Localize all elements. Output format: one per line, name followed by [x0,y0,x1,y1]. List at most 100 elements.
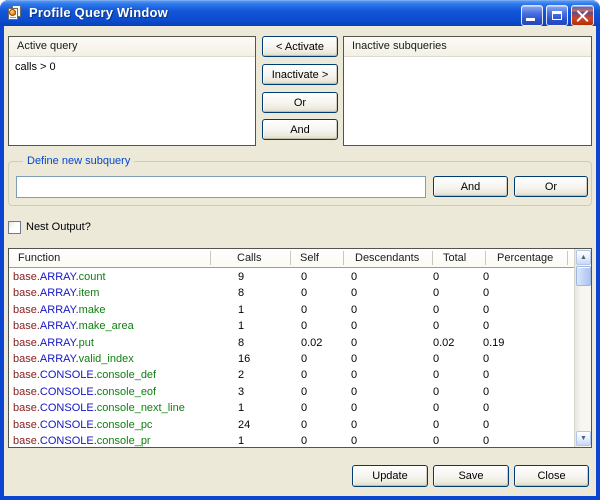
fn-class: CONSOLE. [40,369,97,381]
total-value: 0.02 [433,336,454,350]
calls-value: 1 [238,401,244,415]
function-table: Function Calls Self Descendants Total Pe… [8,248,592,448]
fn-feature: valid_index [79,353,134,365]
descendants-value: 0 [351,286,357,300]
table-body: base.ARRAY.count 9 0 0 0 0 base.ARRAY.it… [9,269,574,448]
percentage-value: 0 [483,368,489,382]
calls-value: 1 [238,303,244,317]
total-value: 0 [433,270,439,284]
close-icon [572,6,593,25]
table-row[interactable]: base.CONSOLE.console_pr 1 0 0 0 0 [9,433,574,448]
total-value: 0 [433,434,439,448]
active-query-item[interactable]: calls > 0 [15,60,249,74]
titlebar[interactable]: Profile Query Window [0,0,600,26]
percentage-value: 0 [483,401,489,415]
function-name: base.ARRAY.valid_index [13,352,134,366]
table-row[interactable]: base.ARRAY.make_area 1 0 0 0 0 [9,318,574,334]
function-name: base.CONSOLE.console_def [13,368,156,382]
and-transfer-button[interactable]: And [262,119,338,140]
self-value: 0 [301,401,307,415]
function-name: base.ARRAY.count [13,270,106,284]
calls-value: 2 [238,368,244,382]
table-row[interactable]: base.CONSOLE.console_eof 3 0 0 0 0 [9,384,574,400]
calls-value: 1 [238,319,244,333]
table-row[interactable]: base.ARRAY.make 1 0 0 0 0 [9,302,574,318]
percentage-value: 0 [483,385,489,399]
percentage-value: 0 [483,286,489,300]
function-name: base.ARRAY.make [13,303,106,317]
descendants-value: 0 [351,401,357,415]
scroll-down-button[interactable]: ▼ [576,431,591,446]
activate-button[interactable]: < Activate [262,36,338,57]
fn-library: base. [13,287,40,299]
maximize-button[interactable] [546,5,568,26]
table-header: Function Calls Self Descendants Total Pe… [9,249,574,268]
col-descendants[interactable]: Descendants [355,252,419,264]
fn-feature: count [79,271,106,283]
fn-library: base. [13,353,40,365]
fn-library: base. [13,337,40,349]
total-value: 0 [433,418,439,432]
subquery-input[interactable] [16,176,426,198]
self-value: 0 [301,352,307,366]
nest-output-checkbox[interactable] [8,221,21,234]
calls-value: 16 [238,352,250,366]
column-divider [343,251,344,265]
fn-feature: console_pc [97,419,153,431]
percentage-value: 0 [483,434,489,448]
fn-library: base. [13,435,40,447]
function-name: base.ARRAY.item [13,286,99,300]
col-total[interactable]: Total [443,252,466,264]
self-value: 0 [301,368,307,382]
fn-feature: console_next_line [97,402,185,414]
inactive-subqueries-list[interactable] [344,57,591,63]
table-row[interactable]: base.ARRAY.put 8 0.02 0 0.02 0.19 [9,335,574,351]
fn-class: ARRAY. [40,320,79,332]
function-name: base.ARRAY.make_area [13,319,134,333]
vertical-scrollbar[interactable]: ▲ ▼ [574,249,591,447]
table-row[interactable]: base.ARRAY.item 8 0 0 0 0 [9,285,574,301]
descendants-value: 0 [351,368,357,382]
percentage-value: 0 [483,270,489,284]
table-row[interactable]: base.ARRAY.count 9 0 0 0 0 [9,269,574,285]
update-button[interactable]: Update [352,465,428,487]
or-transfer-button[interactable]: Or [262,92,338,113]
and-subquery-button[interactable]: And [433,176,508,197]
total-value: 0 [433,401,439,415]
fn-library: base. [13,304,40,316]
col-self[interactable]: Self [300,252,319,264]
col-calls[interactable]: Calls [237,252,261,264]
descendants-value: 0 [351,418,357,432]
window-title: Profile Query Window [29,5,168,20]
percentage-value: 0.19 [483,336,504,350]
descendants-value: 0 [351,352,357,366]
close-button[interactable] [571,5,594,26]
col-function[interactable]: Function [18,252,60,264]
table-row[interactable]: base.CONSOLE.console_next_line 1 0 0 0 0 [9,400,574,416]
or-subquery-button[interactable]: Or [514,176,588,197]
inactive-subqueries-panel: Inactive subqueries [343,36,592,146]
table-row[interactable]: base.ARRAY.valid_index 16 0 0 0 0 [9,351,574,367]
inactivate-button[interactable]: Inactivate > [262,64,338,85]
fn-feature: console_def [97,369,156,381]
nest-output-label: Nest Output? [26,221,91,233]
column-divider [485,251,486,265]
active-query-panel: Active query calls > 0 [8,36,256,146]
fn-class: CONSOLE. [40,402,97,414]
column-divider [210,251,211,265]
table-row[interactable]: base.CONSOLE.console_def 2 0 0 0 0 [9,367,574,383]
chevron-up-icon: ▲ [580,254,587,261]
percentage-value: 0 [483,319,489,333]
table-row[interactable]: base.CONSOLE.console_pc 24 0 0 0 0 [9,417,574,433]
col-percentage[interactable]: Percentage [497,252,553,264]
scroll-up-button[interactable]: ▲ [576,250,591,265]
total-value: 0 [433,352,439,366]
function-name: base.CONSOLE.console_next_line [13,401,185,415]
maximize-icon [552,11,562,20]
scrollbar-thumb[interactable] [576,266,591,286]
descendants-value: 0 [351,385,357,399]
self-value: 0 [301,434,307,448]
close-dialog-button[interactable]: Close [514,465,589,487]
save-button[interactable]: Save [433,465,509,487]
minimize-button[interactable] [521,5,543,26]
